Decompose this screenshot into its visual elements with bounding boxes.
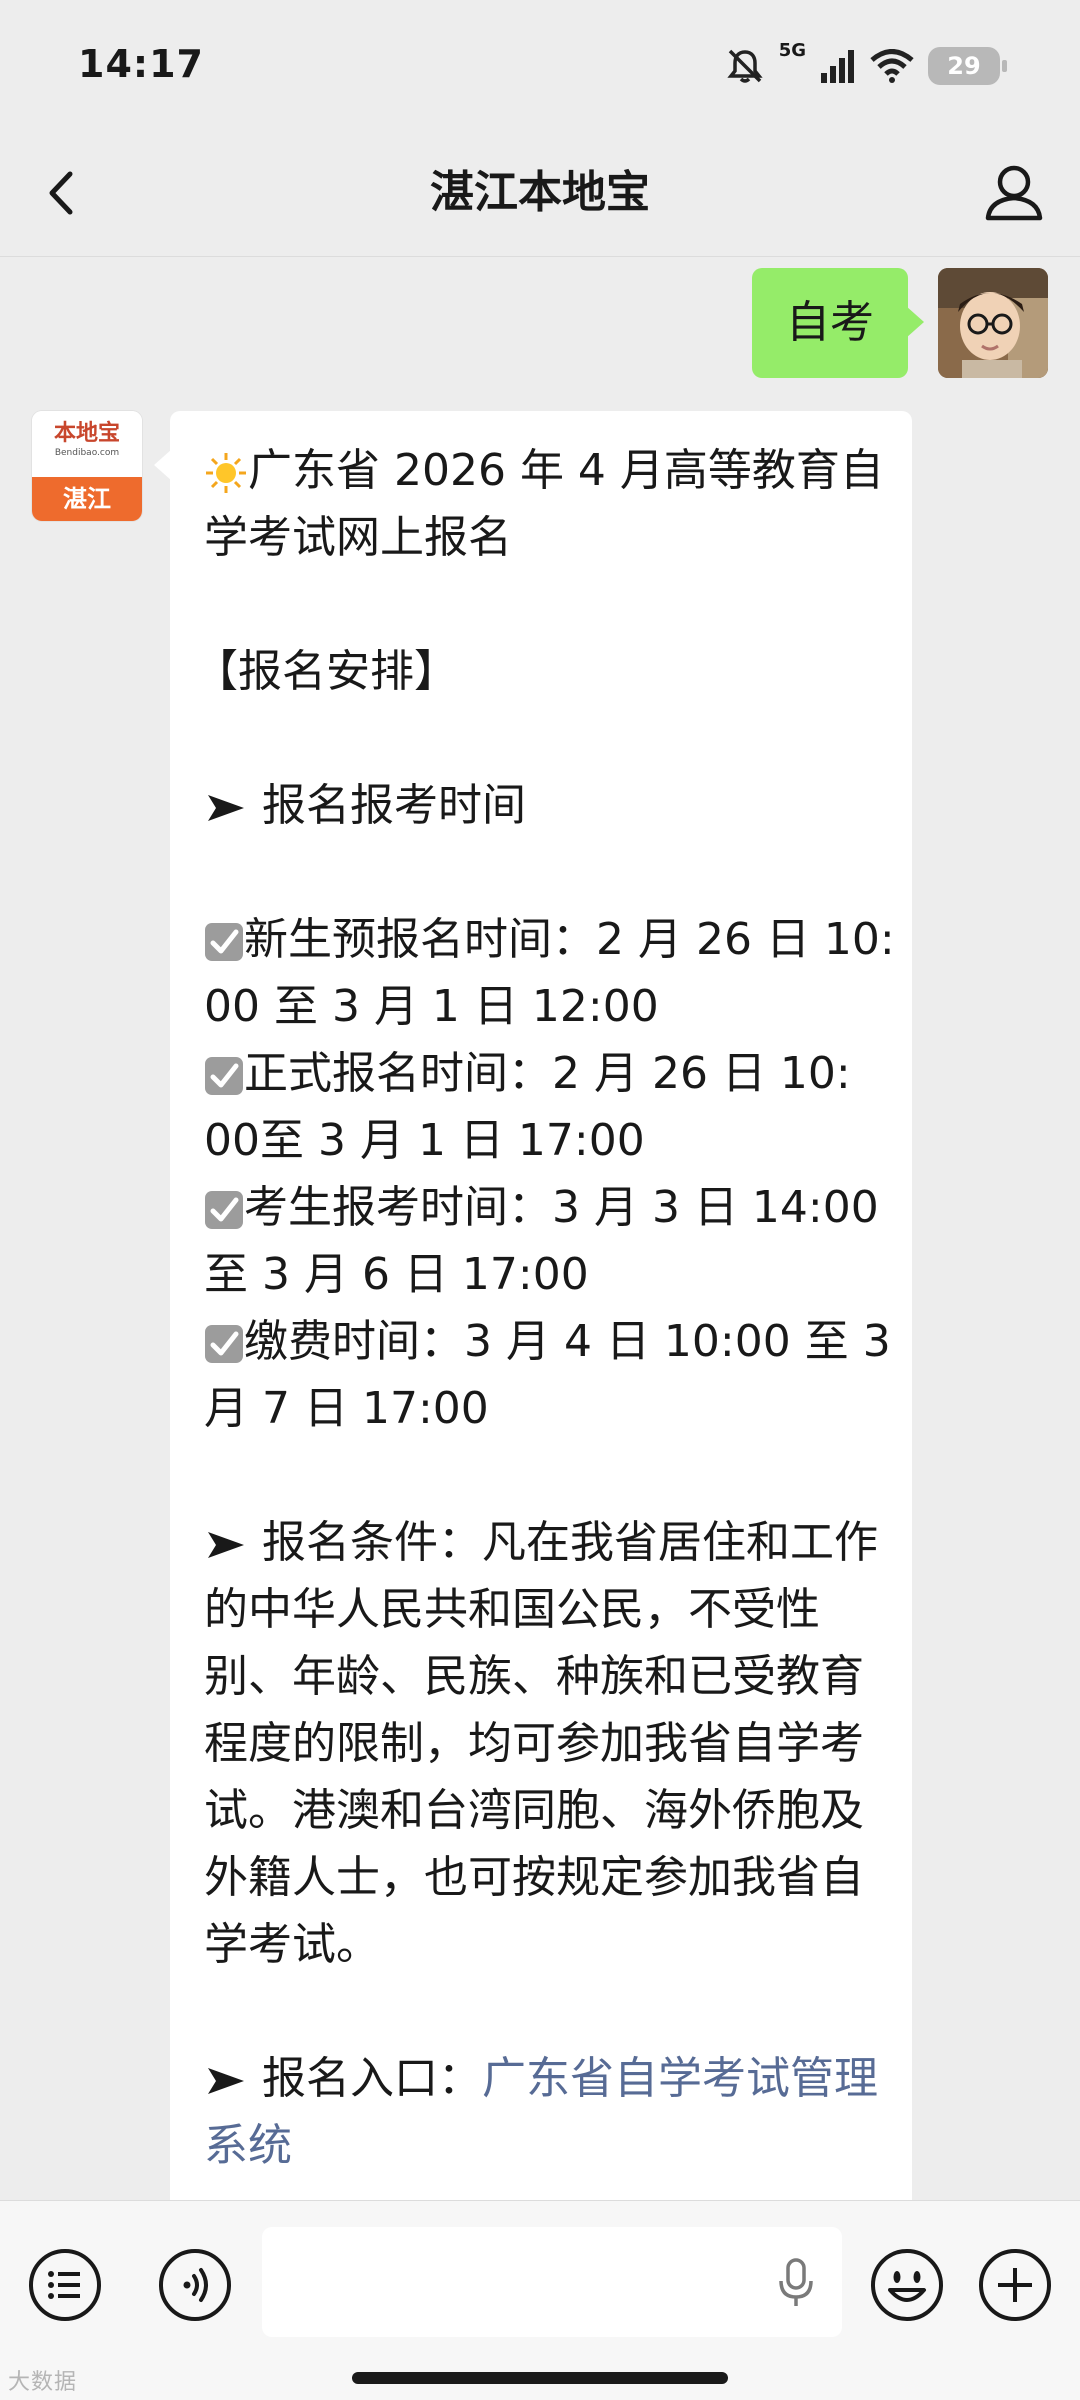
check-box-icon (205, 923, 243, 961)
entry-link-continued[interactable]: 系统 (204, 2112, 878, 2179)
chat-header: 湛江本地宝 (0, 130, 1080, 257)
chat-title: 湛江本地宝 (430, 167, 650, 218)
conditions-line-1: 报名条件：凡在我省居住和工作 (262, 1517, 878, 1568)
sun-emoji-icon (206, 453, 246, 493)
conditions-line-6: 外籍人士，也可按规定参加我省自 (204, 1852, 864, 1903)
conditions-line-4: 程度的限制，均可参加我省自学考 (204, 1718, 864, 1769)
input-bar (0, 2200, 1080, 2400)
schedule-heading: 报名报考时间 (262, 780, 526, 831)
plus-icon[interactable] (976, 2246, 1054, 2324)
conditions-line-7: 学考试。 (204, 1919, 380, 1970)
wifi-icon (870, 49, 914, 83)
profile-icon[interactable] (978, 156, 1050, 228)
schedule-item-3a: 考生报考时间：3 月 3 日 14:00 (244, 1182, 879, 1233)
bot-logo-text: 本地宝 (53, 420, 120, 446)
schedule-item-3b: 至 3 月 6 日 17:00 (204, 1249, 589, 1300)
user-avatar-image (938, 268, 1048, 378)
message-input[interactable] (262, 2227, 842, 2337)
arrow-right-icon (208, 1532, 244, 1558)
user-avatar[interactable] (938, 268, 1048, 378)
bot-avatar-city: 湛江 (32, 477, 142, 521)
battery-level: 29 (947, 52, 981, 80)
menu-list-icon[interactable] (26, 2246, 104, 2324)
message-line: 考生报考时间：3 月 3 日 14:00 (204, 1174, 879, 1241)
arrow-right-icon (208, 2068, 244, 2094)
watermark: 大数据 (8, 2370, 78, 2395)
signal-icon (821, 50, 854, 83)
entry-link[interactable]: 广东省自学考试管理 (482, 2053, 878, 2104)
mute-bell-icon (727, 49, 763, 83)
message-line: 正式报名时间：2 月 26 日 10: (204, 1040, 878, 1107)
schedule-item-1a: 新生预报名时间：2 月 26 日 10: (244, 914, 895, 965)
entry-label: 报名入口： (262, 2053, 482, 2104)
bot-avatar-logo: 本地宝 Bendibao.com (32, 411, 142, 477)
emoji-icon[interactable] (868, 2246, 946, 2324)
check-box-icon (205, 1191, 243, 1229)
message-line: 报名报考时间 (204, 772, 878, 839)
schedule-item-2b: 00至 3 月 1 日 17:00 (204, 1115, 645, 1166)
chat-screen: 14:17 5G 29 湛江本地宝 自考 本地宝 Bendibao.com 湛江… (0, 0, 1080, 2400)
microphone-icon[interactable] (776, 2257, 816, 2309)
message-line: 报名入口：广东省自学考试管理 (204, 2045, 878, 2112)
battery-indicator: 29 (928, 47, 1007, 85)
schedule-item-4b: 月 7 日 17:00 (204, 1383, 489, 1434)
schedule-item-1b: 00 至 3 月 1 日 12:00 (204, 981, 659, 1032)
conditions-line-2: 的中华人民共和国公民，不受性 (204, 1584, 820, 1635)
user-message-row: 自考 (752, 268, 1048, 378)
check-box-icon (205, 1057, 243, 1095)
bot-message-bubble[interactable]: 广东省 2026 年 4 月高等教育自 学考试网上报名 【报名安排】 报名报考时… (154, 411, 912, 2200)
user-message-bubble[interactable]: 自考 (752, 268, 924, 378)
arrow-right-icon (208, 795, 244, 821)
bot-avatar[interactable]: 本地宝 Bendibao.com 湛江 (32, 411, 142, 521)
network-label: 5G (778, 40, 806, 61)
schedule-item-2a: 正式报名时间：2 月 26 日 10: (244, 1048, 851, 1099)
message-title-line-2: 学考试网上报名 (204, 512, 512, 563)
message-title-line-1: 广东省 2026 年 4 月高等教育自 (248, 445, 884, 496)
conditions-line-3: 别、年龄、民族、种族和已受教育 (204, 1651, 864, 1702)
message-line: 广东省 2026 年 4 月高等教育自 (204, 437, 884, 504)
status-bar: 14:17 5G 29 (0, 0, 1080, 130)
home-indicator[interactable] (352, 2372, 728, 2384)
check-box-icon (205, 1325, 243, 1363)
schedule-item-4a: 缴费时间：3 月 4 日 10:00 至 3 (244, 1316, 891, 1367)
message-line: 新生预报名时间：2 月 26 日 10: (204, 906, 895, 973)
status-icons: 5G 29 (725, 40, 1007, 88)
bot-logo-url: Bendibao.com (54, 448, 120, 458)
message-line: 报名条件：凡在我省居住和工作 (204, 1509, 878, 1576)
status-time: 14:17 (78, 42, 204, 86)
conditions-line-5: 试。港澳和台湾同胞、海外侨胞及 (204, 1785, 864, 1836)
message-list[interactable]: 自考 本地宝 Bendibao.com 湛江 广东省 2026 年 4 月高等教… (0, 256, 1080, 2200)
message-line: 缴费时间：3 月 4 日 10:00 至 3 (204, 1308, 891, 1375)
section-heading: 【报名安排】 (194, 646, 458, 697)
voice-icon[interactable] (156, 2246, 234, 2324)
bot-message-text: 广东省 2026 年 4 月高等教育自 学考试网上报名 【报名安排】 报名报考时… (194, 437, 895, 2179)
